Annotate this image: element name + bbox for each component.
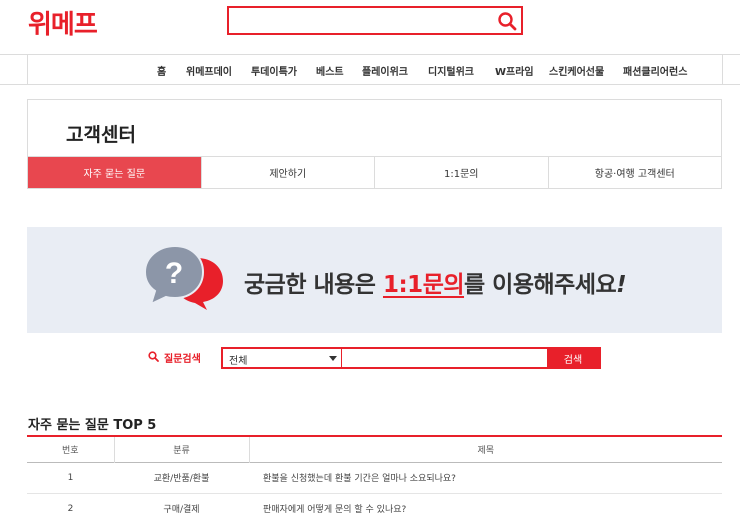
- tab-faq[interactable]: 자주 묻는 질문: [28, 157, 201, 188]
- row-subject-link[interactable]: 환불을 신청했는데 환불 기간은 얼마나 소요되나요?: [249, 462, 722, 494]
- nav-item-w-prime[interactable]: W프라임: [495, 63, 534, 78]
- svg-text:?: ?: [165, 257, 183, 290]
- inquiry-banner[interactable]: ? 궁금한 내용은 1:1문의를 이용해주세요!: [27, 227, 722, 333]
- faq-category-selected: 전체: [229, 356, 248, 367]
- row-subject-link[interactable]: 판매자에게 어떻게 문의 할 수 있나요?: [249, 493, 722, 523]
- tab-suggestion[interactable]: 제안하기: [200, 157, 375, 188]
- page-title: 고객센터: [66, 124, 136, 146]
- faq-top5-title: 자주 묻는 질문 TOP 5: [28, 418, 157, 433]
- tab-one-on-one-inquiry[interactable]: 1:1문의: [374, 157, 548, 188]
- column-header-subject: 제목: [248, 436, 722, 462]
- nav-item-best[interactable]: 베스트: [316, 63, 344, 78]
- chevron-down-icon: [329, 356, 337, 361]
- nav-divider: [27, 55, 28, 84]
- nav-item-fashion-clearance[interactable]: 패션클리어런스: [623, 63, 687, 78]
- tab-travel-customer-center[interactable]: 항공·여행 고객센터: [547, 157, 722, 188]
- row-number: 2: [27, 493, 114, 523]
- customer-center-tabs: 자주 묻는 질문 제안하기 1:1문의 항공·여행 고객센터: [27, 156, 722, 189]
- search-icon[interactable]: [497, 11, 517, 31]
- faq-search-button[interactable]: 검색: [547, 349, 599, 367]
- search-bar: [227, 6, 523, 35]
- faq-top5-table: 번호 분류 제목 1 교환/반품/환불 환불을 신청했는데 환불 기간은 얼마나…: [27, 435, 722, 523]
- faq-search-form: 전체 검색: [221, 347, 601, 369]
- faq-category-select[interactable]: 전체: [223, 349, 341, 367]
- main-navigation: 홈 위메프데이 투데이특가 베스트 플레이위크 디지털위크 W프라임 스킨케어선…: [0, 54, 740, 85]
- banner-message: 궁금한 내용은 1:1문의를 이용해주세요!: [244, 265, 627, 299]
- nav-item-play-week[interactable]: 플레이위크: [362, 63, 408, 78]
- nav-item-digital-week[interactable]: 디지털위크: [428, 63, 474, 78]
- nav-item-today-special[interactable]: 투데이특가: [251, 63, 297, 78]
- nav-item-wemakeprice-day[interactable]: 위메프데이: [186, 63, 232, 78]
- nav-item-skincare-gift[interactable]: 스킨케어선물: [549, 63, 604, 78]
- faq-search-label-text: 질문검색: [164, 354, 201, 365]
- banner-highlight-link[interactable]: 1:1문의: [383, 272, 465, 298]
- nav-divider: [722, 55, 723, 84]
- banner-exclamation: !: [616, 272, 627, 298]
- faq-search-label: 질문검색: [148, 350, 201, 365]
- wemakeprice-logo[interactable]: 위메프: [28, 4, 98, 41]
- faq-search-input[interactable]: [341, 349, 547, 367]
- table-row[interactable]: 2 구매/결제 판매자에게 어떻게 문의 할 수 있나요?: [27, 493, 722, 523]
- banner-text-before: 궁금한 내용은: [244, 272, 383, 298]
- row-category: 구매/결제: [114, 493, 249, 523]
- column-header-number: 번호: [61, 445, 79, 456]
- nav-item-home[interactable]: 홈: [157, 63, 166, 78]
- table-header-row: 번호 분류 제목: [27, 436, 722, 462]
- search-icon: [148, 350, 159, 365]
- banner-text-after: 를 이용해주세요: [464, 272, 617, 298]
- row-category: 교환/반품/환불: [114, 462, 249, 494]
- column-header-category: 분류: [113, 436, 249, 462]
- question-chat-icon: ?: [143, 244, 225, 314]
- search-input[interactable]: [233, 11, 493, 30]
- table-row[interactable]: 1 교환/반품/환불 환불을 신청했는데 환불 기간은 얼마나 소요되나요?: [27, 462, 722, 494]
- row-number: 1: [27, 462, 114, 494]
